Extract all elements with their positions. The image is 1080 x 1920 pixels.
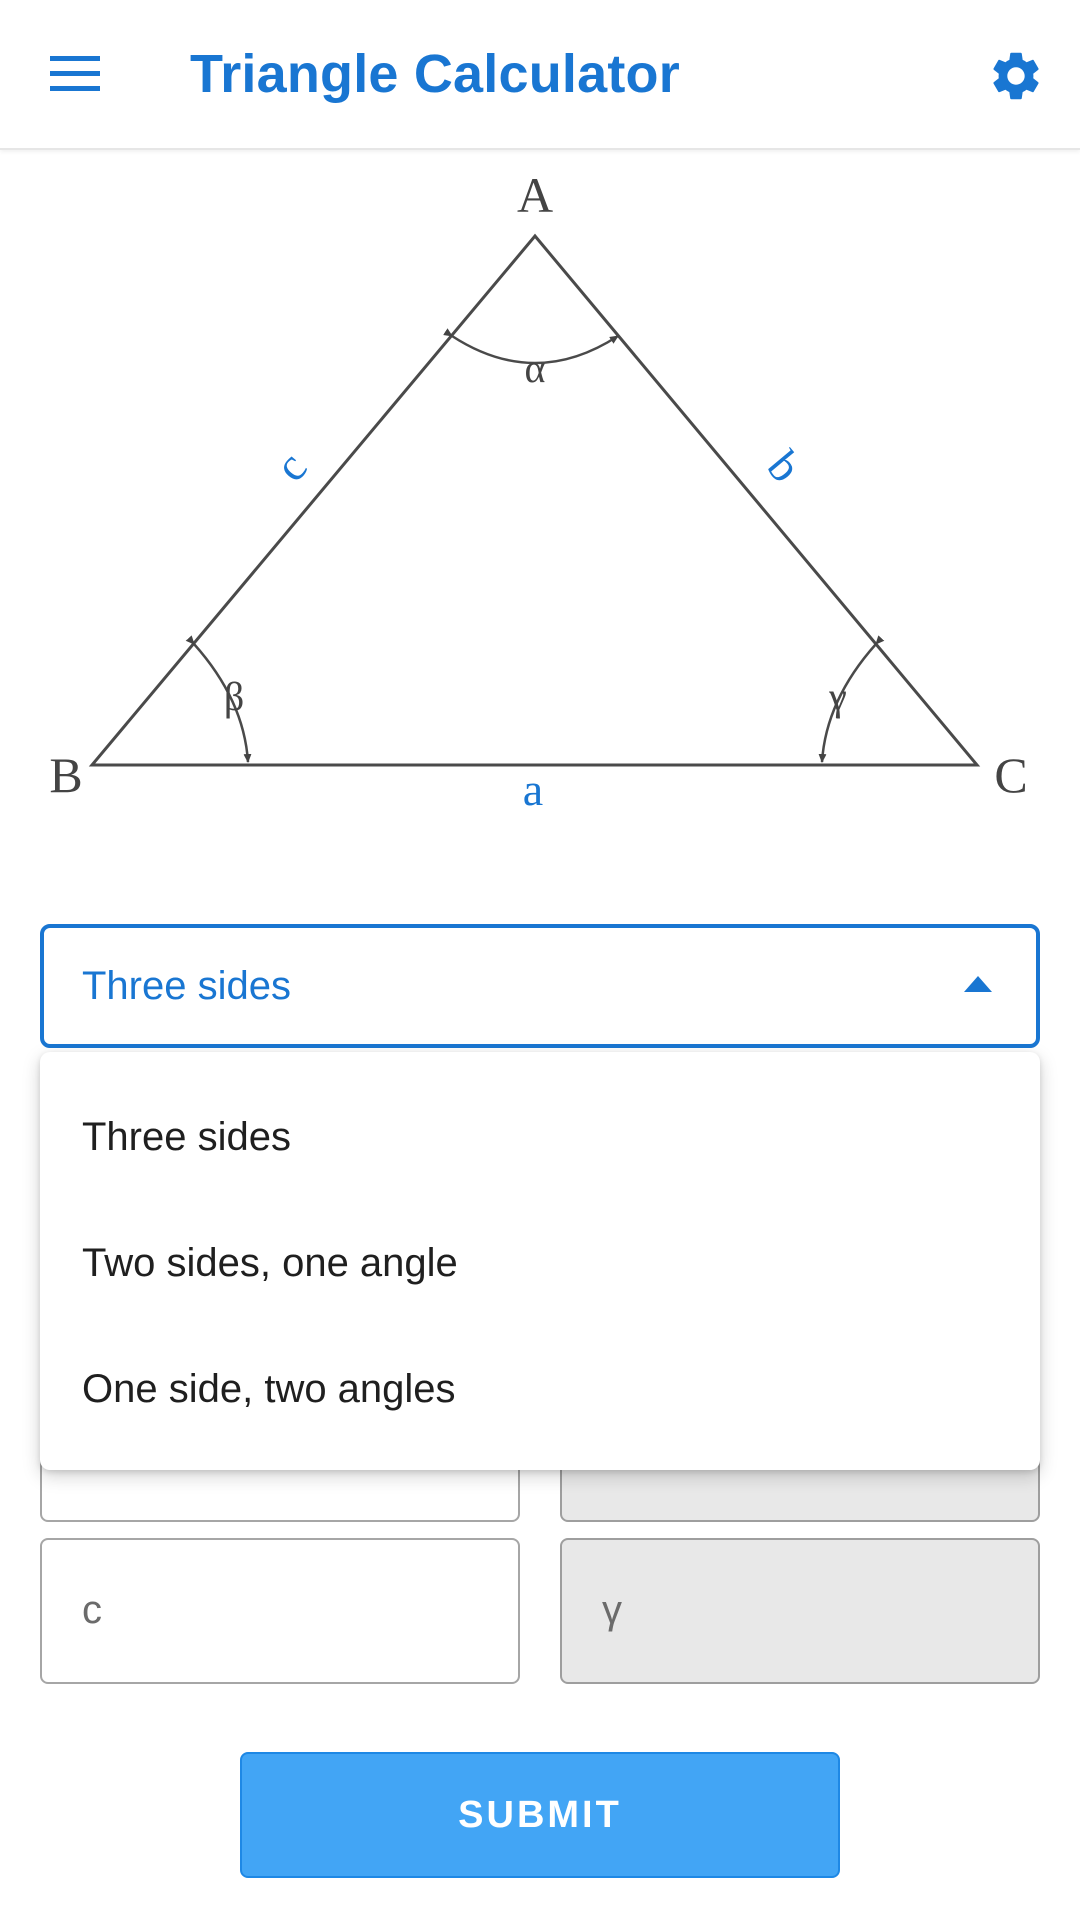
option-one-side-two-angles[interactable]: One side, two angles	[40, 1326, 1040, 1452]
vertex-c-label: C	[994, 747, 1027, 803]
page-title: Triangle Calculator	[190, 44, 680, 104]
option-three-sides[interactable]: Three sides	[40, 1074, 1040, 1200]
app-bar: Triangle Calculator	[0, 0, 1080, 150]
vertex-b-label: B	[49, 747, 82, 803]
angle-gamma-label: γ	[828, 674, 847, 719]
submit-button[interactable]: SUBMIT	[240, 1752, 840, 1878]
side-a-label: a	[523, 764, 543, 815]
mode-select[interactable]: Three sides	[40, 924, 1040, 1048]
mode-options-menu: Three sides Two sides, one angle One sid…	[40, 1052, 1040, 1470]
hamburger-menu-button[interactable]	[40, 44, 110, 104]
gear-icon	[993, 52, 1039, 100]
settings-button[interactable]	[980, 40, 1052, 112]
side-c-placeholder: c	[82, 1588, 102, 1632]
angle-alpha-label: α	[525, 346, 546, 391]
side-c-label: c	[264, 442, 316, 490]
vertex-a-label: A	[517, 167, 553, 223]
option-two-sides-one-angle[interactable]: Two sides, one angle	[40, 1200, 1040, 1326]
caret-up-icon	[964, 976, 992, 992]
side-b-label: b	[758, 441, 812, 491]
angle-beta-label: β	[224, 674, 244, 719]
hamburger-menu-icon	[50, 56, 100, 91]
angle-gamma-placeholder: γ	[602, 1588, 622, 1632]
side-c-input[interactable]: c	[40, 1538, 520, 1684]
triangle-diagram: A B C a b c α β γ	[49, 167, 1027, 815]
mode-select-value: Three sides	[82, 964, 291, 1008]
angle-gamma-output: γ	[560, 1538, 1040, 1684]
